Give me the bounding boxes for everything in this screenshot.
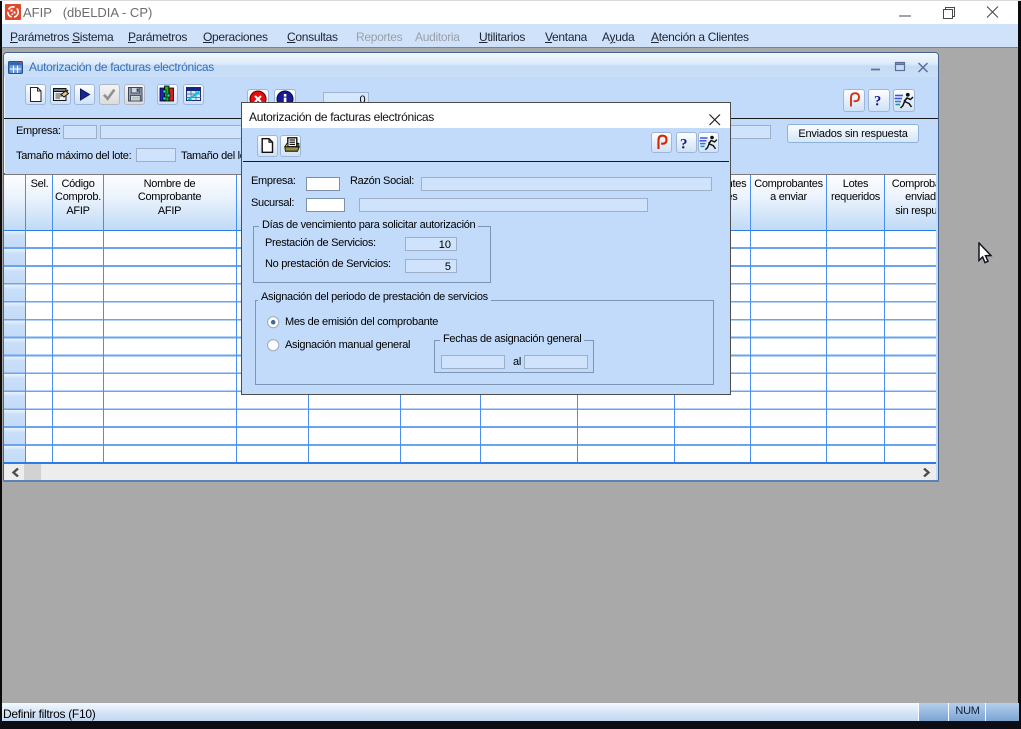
svg-text:?: ? [874, 93, 881, 109]
svg-text:?: ? [680, 137, 688, 153]
